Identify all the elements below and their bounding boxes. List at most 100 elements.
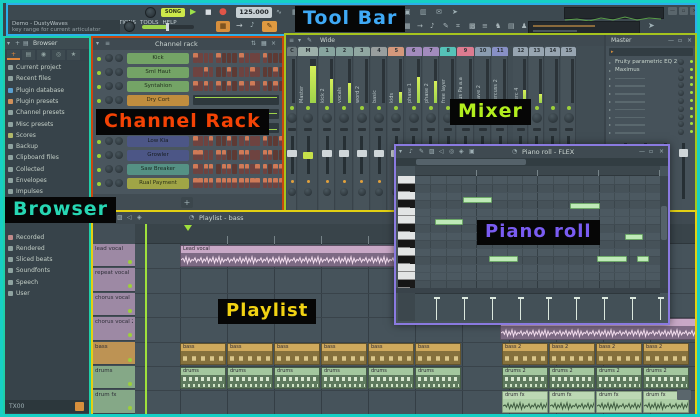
playlist-clip-midi[interactable]: bass — [415, 343, 461, 365]
playlist-clip-audiofx[interactable]: drum fx — [549, 391, 595, 413]
chat-icon[interactable]: ✉ — [436, 8, 442, 16]
piano-keys[interactable] — [398, 176, 415, 288]
fx-slot-led[interactable] — [690, 99, 693, 102]
step-cell[interactable] — [278, 164, 282, 175]
fx-slot[interactable]: ▸ Fruity parametric EQ 2 — [606, 59, 695, 66]
step-cell[interactable] — [267, 66, 273, 77]
step-cell[interactable] — [221, 150, 227, 161]
piano-roll-ruler[interactable] — [415, 166, 660, 176]
mixer-strip-4[interactable]: 4 basic — [370, 46, 388, 212]
pan-widget[interactable] — [323, 128, 332, 131]
step-cell[interactable] — [255, 178, 260, 189]
track-mute-led[interactable] — [128, 357, 132, 362]
step-cell[interactable] — [244, 164, 250, 175]
step-cell[interactable] — [208, 53, 214, 63]
mixer-strip-3[interactable]: 3 word 2 — [353, 46, 370, 212]
step-cell[interactable] — [232, 66, 237, 77]
step-cell[interactable] — [273, 53, 278, 63]
playlist-clip-drums[interactable]: drums — [368, 367, 414, 389]
tempo-display[interactable]: 125.000 — [236, 7, 272, 18]
step-cell[interactable] — [262, 66, 268, 77]
fx-led[interactable] — [342, 180, 346, 183]
render-icon[interactable]: ▥ — [420, 8, 427, 16]
step-cell[interactable] — [203, 66, 209, 77]
piano-roll-scrollbar[interactable] — [396, 158, 668, 166]
step-cell[interactable] — [208, 164, 214, 175]
step-cell[interactable] — [255, 66, 260, 77]
strip-knob-2[interactable] — [340, 188, 349, 196]
step-cell[interactable] — [203, 164, 209, 175]
fx-slot-knob[interactable] — [678, 66, 684, 73]
menu-icon[interactable]: ▾ — [399, 148, 402, 155]
mixer-track-tab[interactable]: 10 — [474, 47, 491, 56]
note-icon[interactable]: ♪ — [409, 148, 413, 155]
playlist-clip-midi[interactable]: bass — [321, 343, 367, 365]
channel-mute-led[interactable] — [97, 140, 101, 145]
velocity-cap[interactable] — [462, 297, 468, 299]
step-cell[interactable] — [278, 178, 282, 189]
master-knob[interactable] — [145, 7, 156, 18]
mixer-track-tab[interactable]: 12 — [513, 47, 529, 56]
channel-pan-knob[interactable] — [105, 165, 113, 174]
pan-widget[interactable] — [392, 128, 401, 131]
velocity-line[interactable] — [632, 297, 633, 320]
step-cell[interactable] — [193, 66, 198, 77]
fx-led[interactable] — [290, 180, 294, 183]
step-cell[interactable] — [255, 53, 260, 63]
step-cell[interactable] — [262, 136, 268, 147]
step-cell[interactable] — [208, 136, 214, 147]
arm-led[interactable] — [342, 106, 347, 110]
fx-led[interactable] — [325, 180, 329, 183]
browser-item[interactable]: Recent files — [5, 73, 89, 84]
mixer-track-tab[interactable]: 1 — [319, 47, 336, 56]
step-cell[interactable] — [262, 150, 268, 161]
fx-slot-knob[interactable] — [678, 129, 684, 136]
fx-slot-led[interactable] — [690, 75, 693, 79]
maximize-button[interactable]: ▫ — [679, 7, 688, 15]
playlist-clip-drums[interactable]: drums — [227, 367, 273, 389]
arm-led[interactable] — [359, 106, 364, 110]
step-cell[interactable] — [267, 164, 273, 175]
step-cell[interactable] — [198, 164, 203, 175]
track-knob[interactable] — [303, 113, 313, 123]
midi-note[interactable] — [637, 256, 649, 262]
step-cell[interactable] — [262, 164, 268, 175]
arm-led[interactable] — [306, 106, 310, 110]
pan-widget[interactable] — [516, 128, 525, 131]
mixer-strip-1[interactable]: 1 kick 2 — [319, 46, 336, 212]
step-cell[interactable] — [221, 164, 227, 175]
strip-knob-2[interactable] — [304, 188, 312, 196]
plugin-icon[interactable]: ♟ — [521, 22, 527, 30]
channel-wave-preview[interactable] — [193, 94, 279, 105]
strip-knob-2[interactable] — [375, 188, 384, 196]
step-cell[interactable] — [267, 53, 273, 63]
mixer-track-tab[interactable]: 3 — [353, 47, 370, 56]
step-cell[interactable] — [239, 80, 244, 91]
fx-slot-knob[interactable] — [678, 90, 684, 97]
velocity-line[interactable] — [520, 297, 521, 320]
fx-slot[interactable]: ▸ — [606, 98, 695, 105]
stop-button[interactable]: ■ — [205, 8, 212, 17]
channel-vol-knob[interactable] — [115, 179, 123, 188]
playlist-track-header[interactable]: drum fx — [93, 390, 135, 414]
velocity-lane[interactable] — [415, 293, 664, 321]
slice-icon[interactable]: ◁ — [439, 148, 444, 155]
step-cell[interactable] — [278, 150, 282, 161]
white-key[interactable] — [398, 248, 415, 256]
scrollbar-corner[interactable] — [677, 390, 691, 400]
step-cell[interactable] — [267, 178, 273, 189]
track-mute-led[interactable] — [128, 308, 132, 313]
white-key[interactable] — [398, 216, 415, 224]
playlist-clip-midi[interactable]: bass 2 — [502, 343, 548, 365]
channel-vol-knob[interactable] — [115, 151, 123, 160]
arrow-icon[interactable]: → — [417, 22, 423, 30]
step-cell[interactable] — [193, 53, 198, 63]
fx-fader-handle[interactable] — [679, 149, 688, 157]
fx-slot[interactable]: ▸ — [606, 82, 695, 89]
track-knob[interactable] — [322, 113, 333, 123]
channel-name-button[interactable]: Sml Haut — [127, 66, 189, 78]
minimize-icon[interactable]: — — [668, 37, 674, 44]
step-cell[interactable] — [232, 150, 237, 161]
channel-pan-knob[interactable] — [105, 81, 113, 90]
mixer-strip-2[interactable]: 2 vocals — [336, 46, 353, 212]
